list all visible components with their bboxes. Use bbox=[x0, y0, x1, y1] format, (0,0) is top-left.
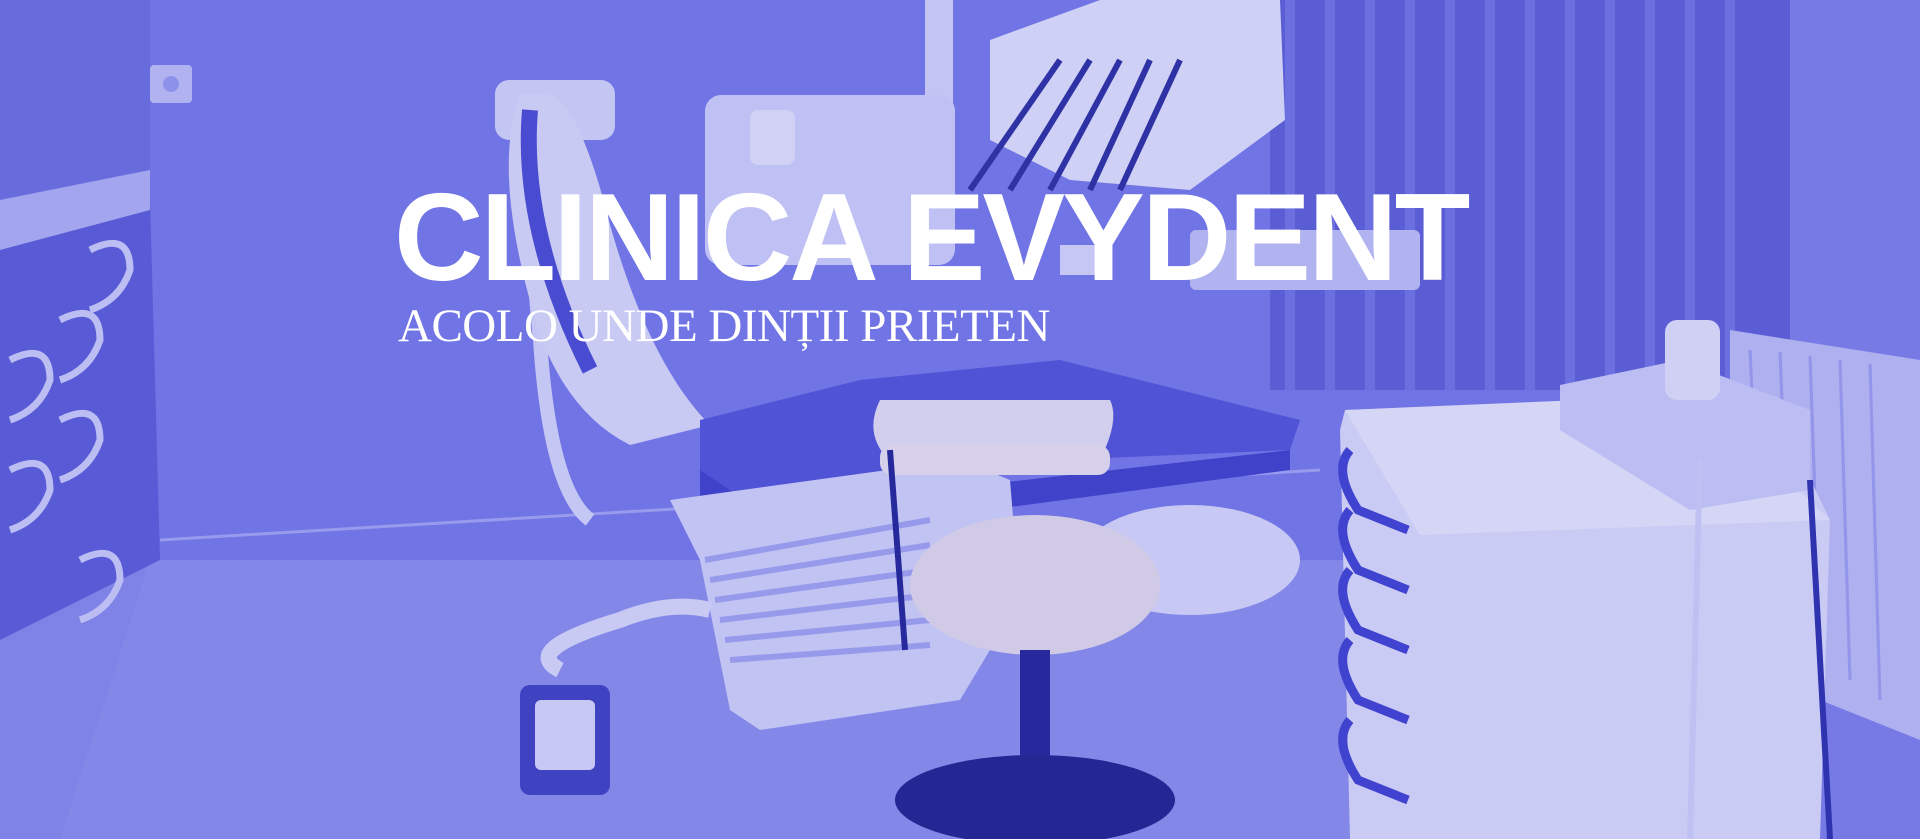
hero-text-block: CLINICA EVYDENT ACOLO UNDE DINȚII PRIETE… bbox=[394, 169, 1470, 352]
clinic-title: CLINICA EVYDENT bbox=[394, 169, 1470, 307]
clinic-tagline: ACOLO UNDE DINȚII PRIETEN bbox=[398, 300, 1050, 352]
hero-banner: CLINICA EVYDENT ACOLO UNDE DINȚII PRIETE… bbox=[0, 0, 1920, 839]
dental-office-background-image bbox=[0, 0, 1920, 839]
